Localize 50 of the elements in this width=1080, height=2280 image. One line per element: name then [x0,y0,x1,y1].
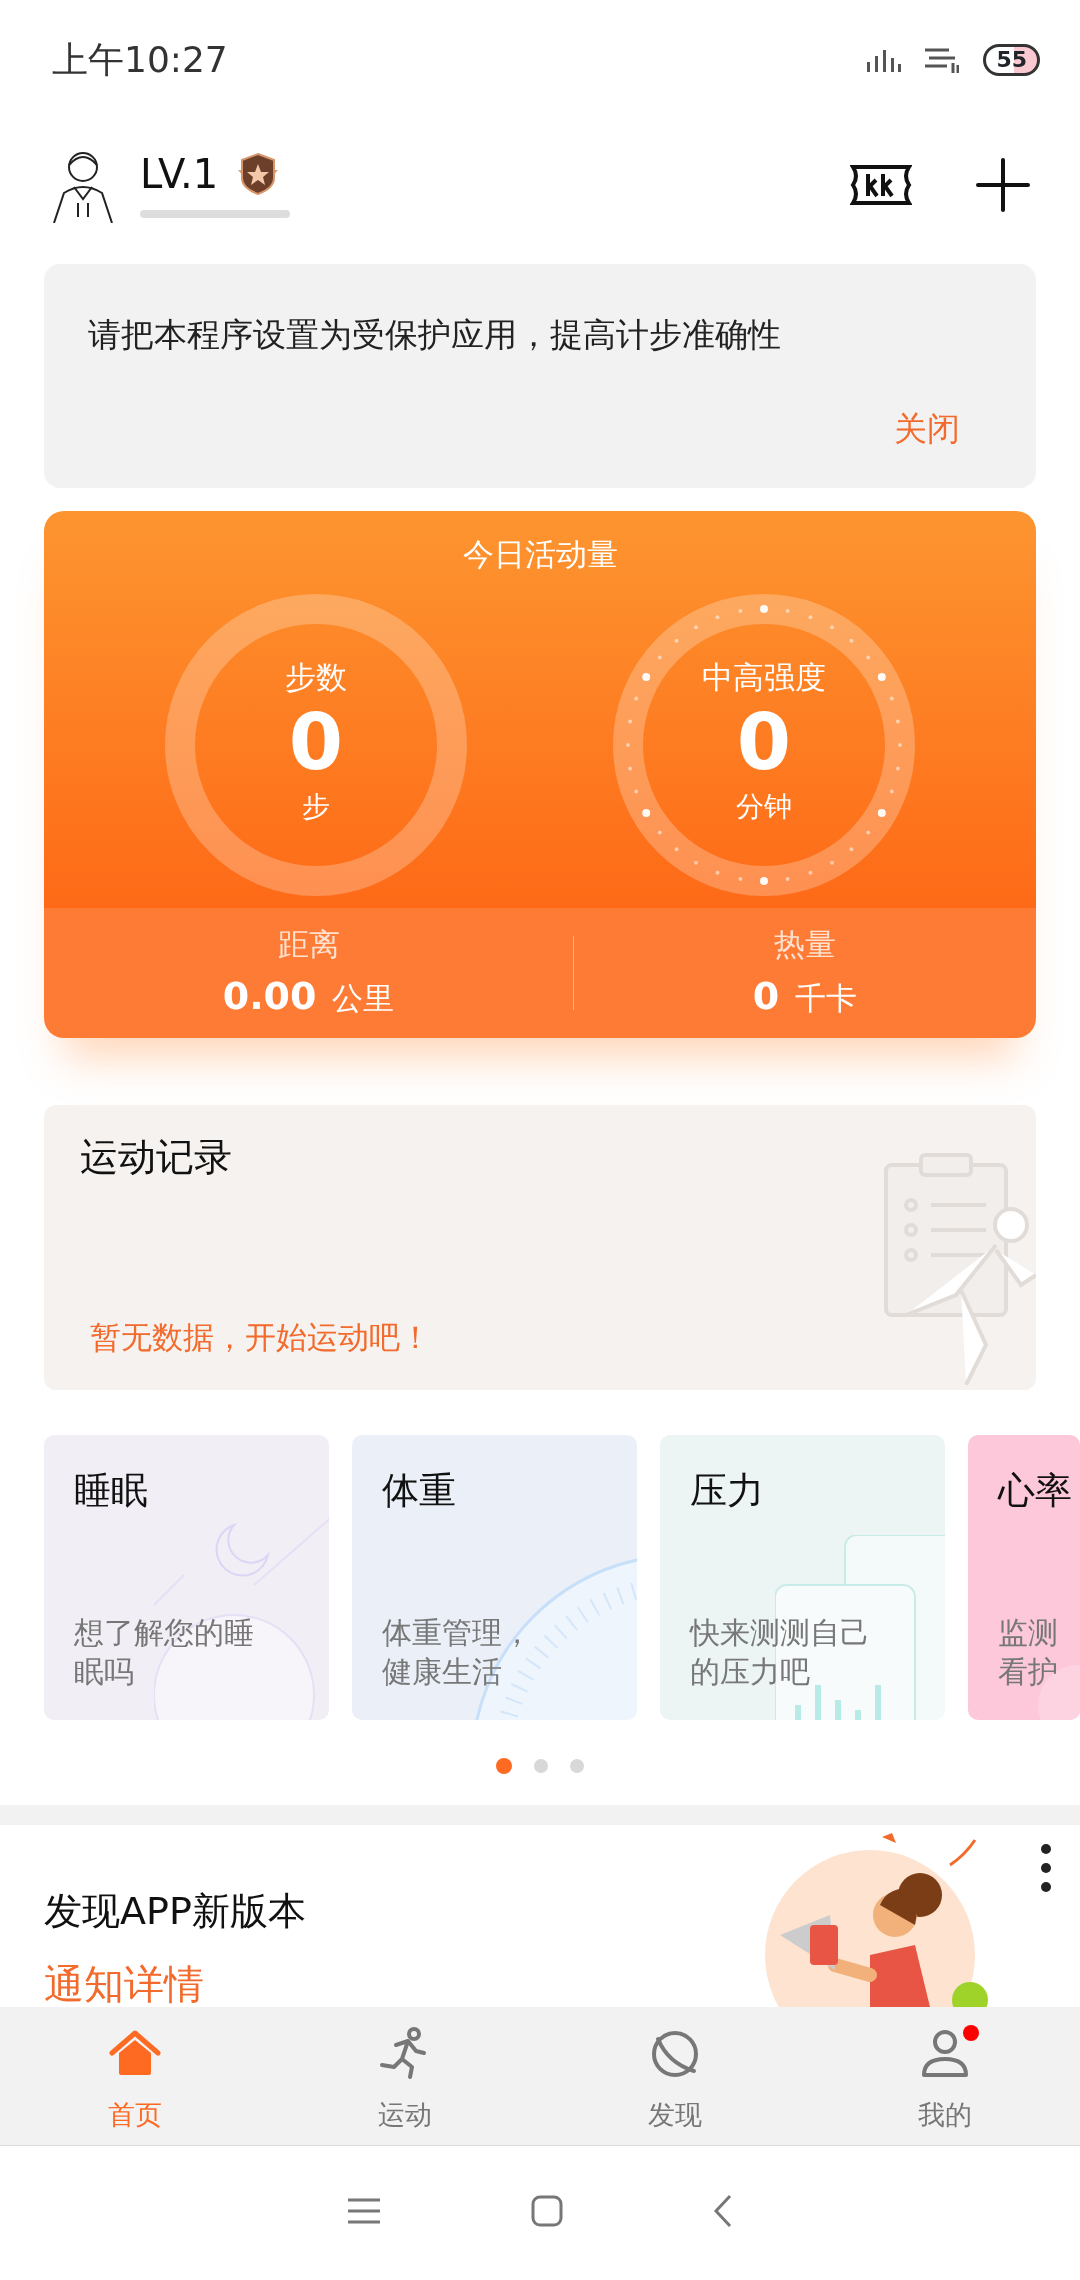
level-label: LV.1 [140,154,219,194]
card-title: 今日活动量 [461,535,619,574]
promo-title: 发现APP新版本 [44,1888,307,1935]
home-square-icon[interactable] [531,2194,563,2227]
gauge-label: 步数 [284,657,348,697]
sleep-card[interactable]: 睡眠 想了解您的睡 眠吗 [44,1435,329,1720]
back-icon[interactable] [713,2193,733,2228]
heart-rate-card[interactable]: 心率 监测 看护 [968,1435,1080,1720]
add-button[interactable] [976,158,1030,212]
planet-tab[interactable]: 发现 [540,2007,810,2145]
ticket-button[interactable] [850,164,912,206]
close-button[interactable]: 关闭 [894,403,960,453]
battery-indicator: 55 [983,44,1040,76]
card-title: 体重 [382,1468,457,1514]
stress-card[interactable]: 压力 快来测测自己 的压力吧 [660,1435,945,1720]
gauge-value: 0 [287,700,345,786]
more-options-icon[interactable] [1040,1843,1052,1893]
stat-value: 0.00 [222,972,317,1020]
run-tab[interactable]: 运动 [270,2007,540,2145]
card-title: 心率 [998,1468,1073,1514]
stat-label: 热量 [774,925,837,965]
empty-message: 暂无数据，开始运动吧！ [90,1317,431,1357]
card-description: 快来测测自己 的压力吧 [690,1614,870,1691]
card-description: 监测 看护 [998,1614,1058,1691]
card-title: 睡眠 [74,1468,149,1514]
home-tab[interactable]: 首页 [0,2007,270,2145]
weight-card[interactable]: 体重 体重管理， 健康生活 [352,1435,637,1720]
ticket-icon [850,164,912,206]
card-description: 想了解您的睡 眠吗 [74,1614,254,1691]
gauge-label: 中高强度 [701,657,827,697]
page-dot[interactable] [570,1759,584,1773]
notice-text: 请把本程序设置为受保护应用，提高计步准确性 [88,314,782,356]
gauge-unit: 分钟 [735,788,793,825]
gauge-unit: 步 [301,788,331,825]
stat-unit: 千卡 [795,978,858,1018]
card-description: 体重管理， 健康生活 [382,1614,532,1691]
menu-icon[interactable] [347,2197,381,2224]
person-tab[interactable]: 我的 [810,2007,1080,2145]
section-title: 运动记录 [80,1134,233,1181]
stat-value: 0 [752,972,780,1020]
card-title: 压力 [690,1468,765,1514]
stat-label: 距离 [277,925,340,965]
stat-unit: 公里 [332,978,395,1018]
page-dot[interactable] [496,1758,512,1774]
details-link[interactable]: 通知详情 [44,1954,204,2007]
page-dot[interactable] [534,1759,548,1773]
signal-icon [867,48,902,72]
status-time: 上午10:27 [52,38,228,82]
plus-icon [976,158,1030,212]
gauge-value: 0 [735,700,793,786]
